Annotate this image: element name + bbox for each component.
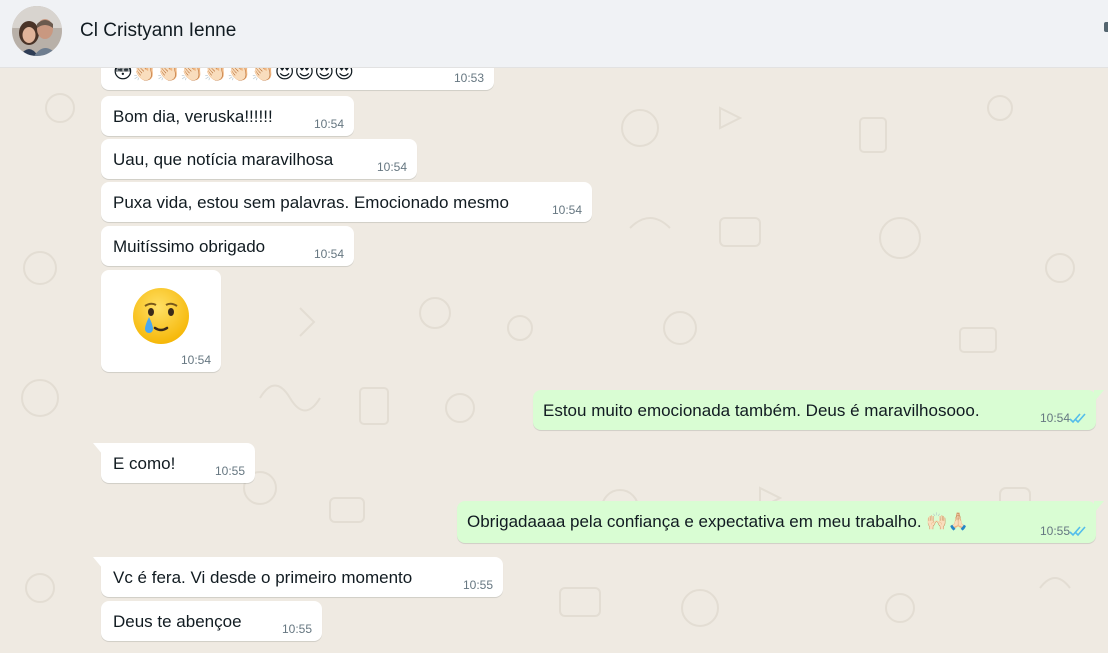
message-bubble-incoming[interactable]: 10:54 [101, 270, 221, 372]
message-time: 10:54 [376, 160, 407, 174]
message-bubble-incoming[interactable]: Bom dia, veruska!!!!!! 10:54 [101, 96, 354, 136]
message-time: 10:54 [1039, 411, 1070, 425]
message-bubble-outgoing[interactable]: Estou muito emocionada também. Deus é ma… [533, 390, 1104, 430]
double-check-icon [1069, 413, 1086, 424]
contact-name[interactable]: Cl Cristyann Ienne [80, 20, 236, 42]
message-bubble-incoming[interactable]: Deus te abençoe 10:55 [101, 601, 322, 641]
message-bubble-incoming[interactable]: Puxa vida, estou sem palavras. Emocionad… [101, 182, 592, 222]
menu-icon[interactable] [1104, 22, 1108, 32]
message-time: 10:53 [453, 71, 484, 85]
message-bubble-incoming[interactable]: 😳👏🏻👏🏻👏🏻👏🏻👏🏻👏🏻😍😍😍😍 10:53 [101, 68, 494, 90]
message-text: E como! [113, 454, 176, 473]
bubble-tail [1094, 501, 1104, 513]
message-time: 10:54 [313, 117, 344, 131]
bubble-tail [93, 443, 103, 455]
message-time: 10:55 [281, 622, 312, 636]
message-time: 10:55 [1039, 524, 1070, 538]
message-text: Uau, que notícia maravilhosa [113, 150, 334, 169]
message-time: 10:54 [313, 247, 344, 261]
message-bubble-incoming[interactable]: Vc é fera. Vi desde o primeiro momento 1… [93, 557, 503, 597]
message-text: 😳👏🏻👏🏻👏🏻👏🏻👏🏻👏🏻😍😍😍😍 [113, 68, 354, 83]
message-time: 10:55 [462, 578, 493, 592]
message-text: Puxa vida, estou sem palavras. Emocionad… [113, 193, 509, 212]
message-text: Estou muito emocionada também. Deus é ma… [543, 401, 980, 420]
message-bubble-outgoing[interactable]: Obrigadaaaa pela confiança e expectativa… [457, 501, 1104, 543]
bubble-tail [93, 557, 103, 569]
message-bubble-incoming[interactable]: Uau, que notícia maravilhosa 10:54 [101, 139, 417, 179]
message-time: 10:55 [214, 464, 245, 478]
message-time: 10:54 [180, 353, 211, 367]
message-text: Obrigadaaaa pela confiança e expectativa… [467, 512, 969, 531]
bubble-tail [1094, 390, 1104, 402]
message-text: Bom dia, veruska!!!!!! [113, 107, 273, 126]
double-check-icon [1069, 526, 1086, 537]
message-list: 😳👏🏻👏🏻👏🏻👏🏻👏🏻👏🏻😍😍😍😍 10:53 Bom dia, veruska… [0, 68, 1108, 653]
contact-avatar[interactable] [12, 6, 62, 56]
message-text: Deus te abençoe [113, 612, 242, 631]
message-bubble-incoming[interactable]: E como! 10:55 [93, 443, 255, 483]
chat-header: Cl Cristyann Ienne [0, 0, 1108, 68]
message-bubble-incoming[interactable]: Muitíssimo obrigado 10:54 [101, 226, 354, 266]
message-text: Vc é fera. Vi desde o primeiro momento [113, 568, 413, 587]
message-text: Muitíssimo obrigado [113, 237, 266, 256]
message-time: 10:54 [551, 203, 582, 217]
face-holding-back-tears-icon [133, 288, 189, 344]
